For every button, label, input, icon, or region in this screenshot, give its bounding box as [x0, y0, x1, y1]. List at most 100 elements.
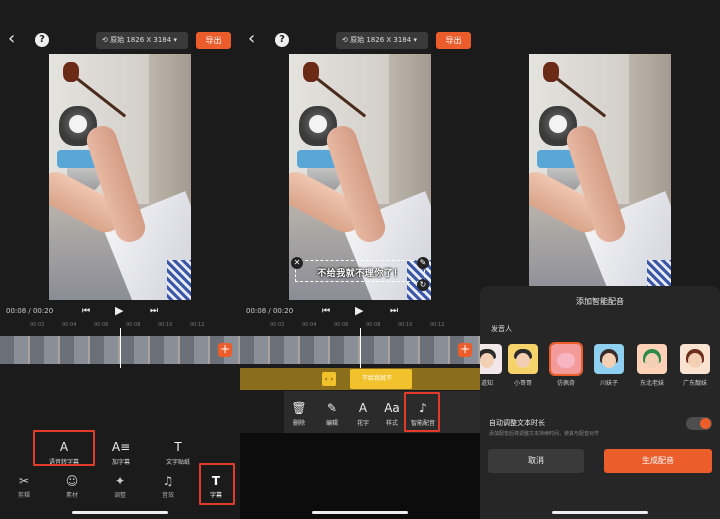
fancy-text-button[interactable]: A 花字: [354, 401, 372, 427]
auto-adjust-toggle[interactable]: [686, 417, 712, 430]
resolution-selector[interactable]: ⟲ 原始 1826 X 3184 ▾: [96, 32, 188, 49]
voice-option-selected[interactable]: 仿佩奇: [549, 342, 583, 387]
video-frame-food: [543, 62, 559, 82]
cancel-button[interactable]: 取消: [488, 449, 584, 473]
help-icon[interactable]: ?: [35, 33, 49, 47]
ruler-tick: 00:02: [30, 322, 45, 328]
voice-name: 道知: [480, 380, 493, 387]
add-clip-button[interactable]: +: [458, 343, 472, 357]
player-controls: 00:08 / 00:20 ⏮ ▶ ⏭: [240, 304, 480, 319]
screen-smart-dubbing: 添加智能配音 发音人 道知 小哥哥 仿佩奇 川妹子 东北老妹 广东靓妹 自动调整…: [480, 0, 720, 519]
delete-button[interactable]: 🗑 删除: [290, 401, 308, 427]
next-icon[interactable]: ⏭: [150, 306, 158, 316]
voice-option[interactable]: 广东靓妹: [680, 344, 710, 387]
action-label: 删除: [292, 420, 305, 427]
subtitle-action-menu: [284, 391, 480, 433]
prev-icon[interactable]: ⏮: [322, 306, 330, 316]
subtitle-track[interactable]: ‹ › 不给我就不: [240, 368, 480, 390]
bottom-nav: ✂ 剪辑 ☺ 素材 ✦ 调整 ♫ 音效 T 字幕: [0, 463, 240, 506]
export-button[interactable]: 导出: [196, 32, 231, 49]
video-preview[interactable]: [529, 54, 671, 300]
edit-button[interactable]: ✎ 编辑: [323, 401, 341, 427]
top-bar: ‹ ? ⟲ 原始 1826 X 3184 ▾ 导出: [0, 30, 240, 50]
text-sticker-icon: T: [174, 440, 182, 454]
style-button[interactable]: Aa 样式: [383, 401, 401, 427]
smart-dubbing-sheet: 添加智能配音 发音人 道知 小哥哥 仿佩奇 川妹子 东北老妹 广东靓妹 自动调整…: [480, 286, 720, 519]
voice-name: 东北老妹: [639, 380, 664, 387]
voice-option[interactable]: 川妹子: [594, 344, 624, 387]
text-style-icon: Aa: [384, 401, 400, 415]
playback-time: 00:08 / 00:20: [6, 307, 54, 315]
ruler-tick: 00:06: [94, 322, 109, 328]
text-sticker-button[interactable]: T 文字贴纸: [160, 440, 196, 466]
video-preview[interactable]: [49, 54, 191, 300]
voice-option[interactable]: 小哥哥: [508, 344, 538, 387]
playhead[interactable]: [120, 328, 121, 368]
scissors-icon: ✂: [18, 474, 30, 488]
nav-audio[interactable]: ♫ 音效: [153, 474, 183, 499]
player-controls: 00:08 / 00:20 ⏮ ▶ ⏭: [0, 304, 240, 319]
avatar-face: [480, 353, 494, 368]
nav-adjust[interactable]: ✦ 调整: [105, 474, 135, 499]
nav-label: 剪辑: [17, 492, 30, 499]
ruler-tick: 00:06: [334, 322, 349, 328]
subtitle-clip[interactable]: 不给我就不: [350, 369, 412, 389]
back-icon[interactable]: ‹: [248, 30, 262, 50]
edit-icon: ✎: [326, 401, 338, 415]
ruler-tick: 00:12: [430, 322, 445, 328]
auto-adjust-title: 自动调整文本时长: [489, 419, 545, 427]
voice-list: 道知 小哥哥 仿佩奇 川妹子 东北老妹 广东靓妹: [480, 342, 720, 400]
ruler-tick: 00:08: [126, 322, 141, 328]
avatar-face: [645, 353, 659, 368]
resolution-label: 原始: [110, 36, 125, 44]
close-icon[interactable]: ✕: [291, 257, 303, 269]
home-indicator: [312, 511, 408, 514]
action-label: 样式: [385, 420, 398, 427]
ruler-tick: 00:10: [398, 322, 413, 328]
chevron-down-icon: ▾: [413, 36, 417, 44]
voice-name: 川妹子: [599, 380, 618, 387]
nav-materials[interactable]: ☺ 素材: [57, 474, 87, 499]
help-icon[interactable]: ?: [275, 33, 289, 47]
avatar: [508, 344, 538, 374]
edit-icon[interactable]: ✎: [417, 257, 429, 269]
prev-icon[interactable]: ⏮: [82, 306, 90, 316]
sparkle-icon: ✦: [114, 474, 126, 488]
voice-option[interactable]: 道知: [480, 344, 502, 387]
subtitle-handle[interactable]: ‹ ›: [322, 372, 336, 386]
rotate-icon: ⟲: [102, 36, 108, 44]
add-clip-button[interactable]: +: [218, 343, 232, 357]
nav-label: 素材: [65, 492, 78, 499]
toggle-knob: [700, 418, 711, 429]
nav-edit[interactable]: ✂ 剪辑: [9, 474, 39, 499]
resolution-selector[interactable]: ⟲ 原始 1826 X 3184 ▾: [336, 32, 428, 49]
highlight-box: [199, 463, 235, 505]
avatar: [594, 344, 624, 374]
play-icon[interactable]: ▶: [355, 304, 363, 317]
resize-icon[interactable]: ↻: [417, 279, 429, 291]
resolution-value: 1826 X 3184: [126, 36, 172, 44]
video-preview[interactable]: 不给我就不理你了！ ✕ ✎ ↻: [289, 54, 431, 300]
video-frame-food: [303, 62, 319, 82]
trash-icon: 🗑: [291, 401, 307, 415]
font-icon: A: [358, 401, 368, 415]
music-icon: ♫: [162, 474, 174, 488]
generate-dubbing-button[interactable]: 生成配音: [604, 449, 712, 473]
ruler-tick: 00:04: [62, 322, 77, 328]
next-icon[interactable]: ⏭: [390, 306, 398, 316]
playback-time: 00:08 / 00:20: [246, 307, 294, 315]
avatar-face: [602, 353, 616, 368]
add-subtitle-button[interactable]: A≡ 加字幕: [106, 440, 136, 466]
voice-name: 广东靓妹: [682, 380, 707, 387]
screen-subtitle-edit: ‹ ? ⟲ 原始 1826 X 3184 ▾ 导出 不给我就不理你了！ ✕ ✎ …: [240, 0, 480, 519]
back-icon[interactable]: ‹: [8, 30, 22, 50]
voice-option[interactable]: 东北老妹: [637, 344, 667, 387]
nav-label: 音效: [161, 492, 174, 499]
avatar-face: [557, 353, 575, 368]
playhead[interactable]: [360, 328, 361, 368]
play-icon[interactable]: ▶: [115, 304, 123, 317]
avatar: [637, 344, 667, 374]
chevron-down-icon: ▾: [173, 36, 177, 44]
export-button[interactable]: 导出: [436, 32, 471, 49]
avatar: [680, 344, 710, 374]
